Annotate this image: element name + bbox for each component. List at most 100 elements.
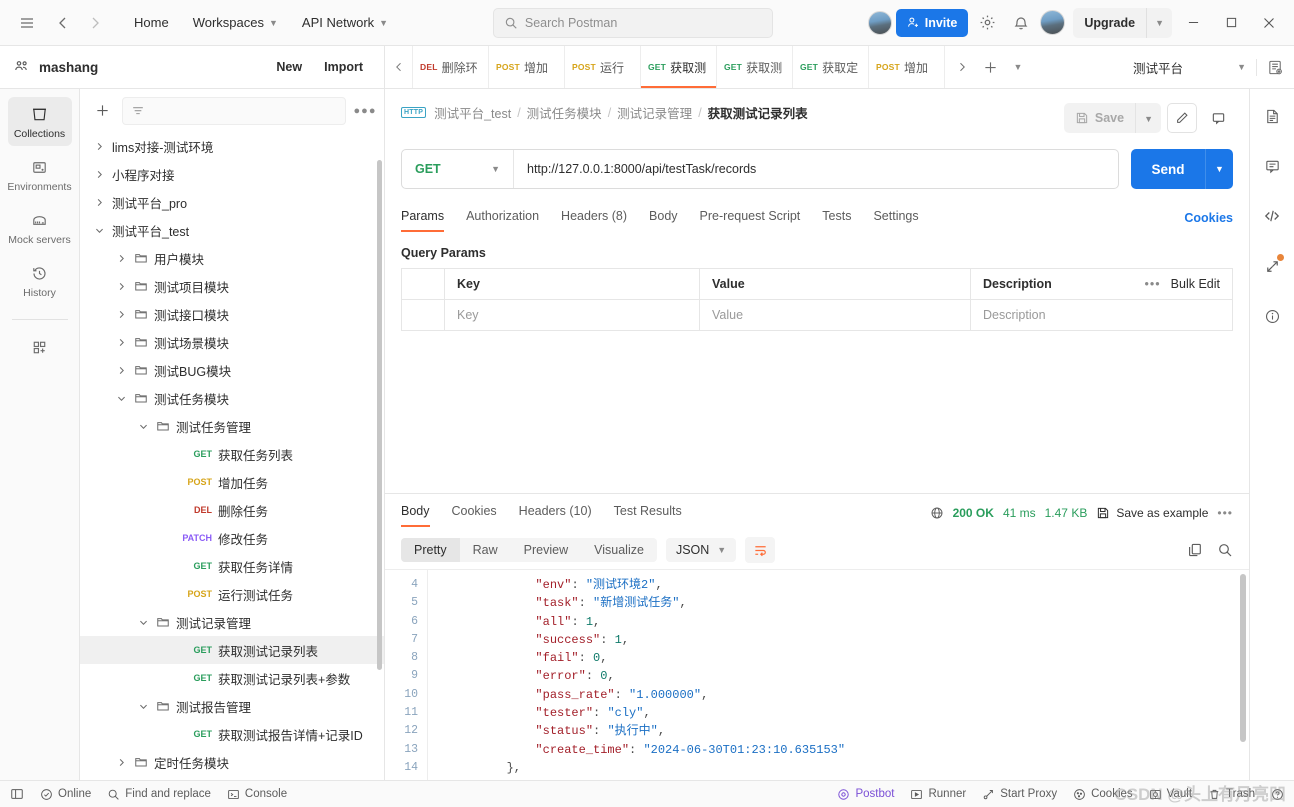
tree-request-item[interactable]: PATCH 修改任务: [80, 524, 384, 552]
wrap-lines-button[interactable]: [745, 537, 776, 563]
chevron-right-icon[interactable]: [114, 253, 128, 264]
response-body-viewer[interactable]: 456789101112131415 "env": "测试环境2", "task…: [385, 569, 1249, 780]
tree-folder-item[interactable]: 定时任务模块: [80, 748, 384, 776]
nav-home[interactable]: Home: [124, 10, 179, 35]
url-input[interactable]: http://127.0.0.1:8000/api/testTask/recor…: [514, 150, 1118, 188]
chevron-down-icon[interactable]: [114, 393, 128, 404]
environment-quick-look-icon[interactable]: [1256, 58, 1284, 76]
chevron-right-icon[interactable]: [92, 197, 106, 208]
chevron-right-icon[interactable]: [114, 757, 128, 768]
tree-folder-item[interactable]: 用户模块: [80, 244, 384, 272]
new-tab-button[interactable]: [977, 54, 1003, 80]
row-checkbox-cell[interactable]: [402, 300, 445, 330]
notifications-icon[interactable]: [1006, 8, 1036, 38]
add-module-button[interactable]: [8, 330, 72, 363]
start-proxy-button[interactable]: Start Proxy: [982, 788, 1057, 801]
request-tab[interactable]: GET 获取测: [717, 46, 793, 88]
user-avatar[interactable]: [1040, 10, 1066, 35]
response-scrollbar[interactable]: [1240, 574, 1246, 742]
view-mode-raw[interactable]: Raw: [460, 538, 511, 562]
maximize-button[interactable]: [1214, 6, 1248, 40]
gear-icon[interactable]: [972, 8, 1002, 38]
cell-description[interactable]: Description: [971, 300, 1232, 330]
comment-icon[interactable]: [1257, 151, 1287, 181]
copy-response-button[interactable]: [1187, 542, 1203, 558]
request-tab[interactable]: GET 获取定: [793, 46, 869, 88]
tree-collection-item[interactable]: lims对接-测试环境: [80, 132, 384, 160]
request-tab[interactable]: POST 增加: [489, 46, 565, 88]
vault-button[interactable]: Vault: [1149, 788, 1192, 801]
request-tab[interactable]: POST 运行: [565, 46, 641, 88]
response-tab-cookies[interactable]: Cookies: [452, 498, 497, 527]
invite-button[interactable]: Invite: [895, 8, 969, 37]
share-icon[interactable]: [1257, 251, 1287, 281]
environment-selector[interactable]: 测试平台 ▼: [1119, 46, 1294, 88]
tree-folder-item[interactable]: 测试记录管理: [80, 608, 384, 636]
table-more-options[interactable]: •••: [1145, 277, 1161, 291]
breadcrumb-item[interactable]: 测试平台_test: [434, 103, 511, 122]
chevron-down-icon[interactable]: [136, 701, 150, 712]
trash-button[interactable]: Trash: [1208, 788, 1255, 801]
chevron-down-icon[interactable]: [136, 421, 150, 432]
chevron-down-icon[interactable]: [136, 617, 150, 628]
tree-request-item[interactable]: GET 获取任务列表: [80, 440, 384, 468]
cell-value[interactable]: Value: [700, 300, 971, 330]
request-tab-params[interactable]: Params: [401, 203, 445, 232]
request-tab-pre-request-script[interactable]: Pre-request Script: [700, 203, 801, 232]
response-tab-headers[interactable]: Headers (10): [519, 498, 592, 527]
tree-request-item[interactable]: GET 获取测试报告详情+记录ID: [80, 720, 384, 748]
send-button[interactable]: Send ▼: [1131, 149, 1233, 189]
create-new-button[interactable]: [90, 99, 114, 123]
request-tab[interactable]: POST 增加: [869, 46, 945, 88]
avatar[interactable]: [867, 10, 892, 35]
close-button[interactable]: [1252, 6, 1286, 40]
chevron-right-icon[interactable]: [92, 141, 106, 152]
code-fold-column[interactable]: [427, 570, 449, 780]
tabs-scroll-right[interactable]: [949, 54, 975, 80]
save-options-chevron[interactable]: ▼: [1135, 103, 1161, 133]
bulk-edit-button[interactable]: Bulk Edit: [1171, 277, 1220, 291]
documentation-icon[interactable]: [1257, 101, 1287, 131]
online-status[interactable]: Online: [40, 788, 91, 801]
chevron-down-icon[interactable]: ▼: [1146, 7, 1172, 38]
search-input[interactable]: Search Postman: [492, 7, 773, 38]
table-row[interactable]: Key Value Description: [402, 300, 1232, 331]
sidebar-filter-input[interactable]: [122, 96, 346, 125]
tree-folder-item[interactable]: 测试BUG模块: [80, 356, 384, 384]
tree-folder-item[interactable]: 测试接口模块: [80, 300, 384, 328]
postbot-button[interactable]: Postbot: [837, 788, 894, 801]
tree-folder-item[interactable]: 测试项目模块: [80, 272, 384, 300]
sidebar-item-mock-servers[interactable]: Mock servers: [8, 203, 72, 252]
request-tab-authorization[interactable]: Authorization: [466, 203, 539, 232]
tree-folder-item[interactable]: 测试报告管理: [80, 692, 384, 720]
request-tab[interactable]: GET 获取测: [641, 46, 717, 88]
view-mode-preview[interactable]: Preview: [511, 538, 581, 562]
toggle-sidebar-button[interactable]: [10, 787, 24, 801]
request-tab[interactable]: DEL 删除环: [413, 46, 489, 88]
tree-request-item[interactable]: GET 获取测试记录列表+参数: [80, 664, 384, 692]
tree-folder-item[interactable]: 测试任务模块: [80, 384, 384, 412]
select-all-cell[interactable]: [402, 269, 445, 299]
request-tab-body[interactable]: Body: [649, 203, 678, 232]
import-button[interactable]: Import: [313, 55, 374, 79]
chevron-right-icon[interactable]: [114, 309, 128, 320]
tree-collection-item[interactable]: 测试平台_pro: [80, 188, 384, 216]
tab-list-dropdown[interactable]: ▼: [1005, 54, 1031, 80]
sidebar-more-options[interactable]: ●●●: [354, 105, 376, 117]
chevron-right-icon[interactable]: [114, 365, 128, 376]
breadcrumb-item[interactable]: 测试任务模块: [527, 103, 602, 122]
response-more-options[interactable]: •••: [1217, 506, 1233, 520]
upgrade-button[interactable]: Upgrade ▼: [1073, 7, 1172, 38]
hamburger-icon[interactable]: [12, 8, 42, 38]
tree-request-item[interactable]: POST 运行测试任务: [80, 580, 384, 608]
method-selector[interactable]: GET ▼: [402, 150, 514, 188]
code-icon[interactable]: [1257, 201, 1287, 231]
send-options-chevron[interactable]: ▼: [1205, 149, 1233, 189]
comment-request-button[interactable]: [1203, 103, 1233, 133]
save-as-example-button[interactable]: Save as example: [1096, 506, 1208, 520]
sidebar-item-collections[interactable]: Collections: [7, 97, 72, 146]
chevron-right-icon[interactable]: [114, 281, 128, 292]
network-icon[interactable]: [930, 506, 944, 520]
view-mode-visualize[interactable]: Visualize: [581, 538, 657, 562]
minimize-button[interactable]: [1176, 6, 1210, 40]
